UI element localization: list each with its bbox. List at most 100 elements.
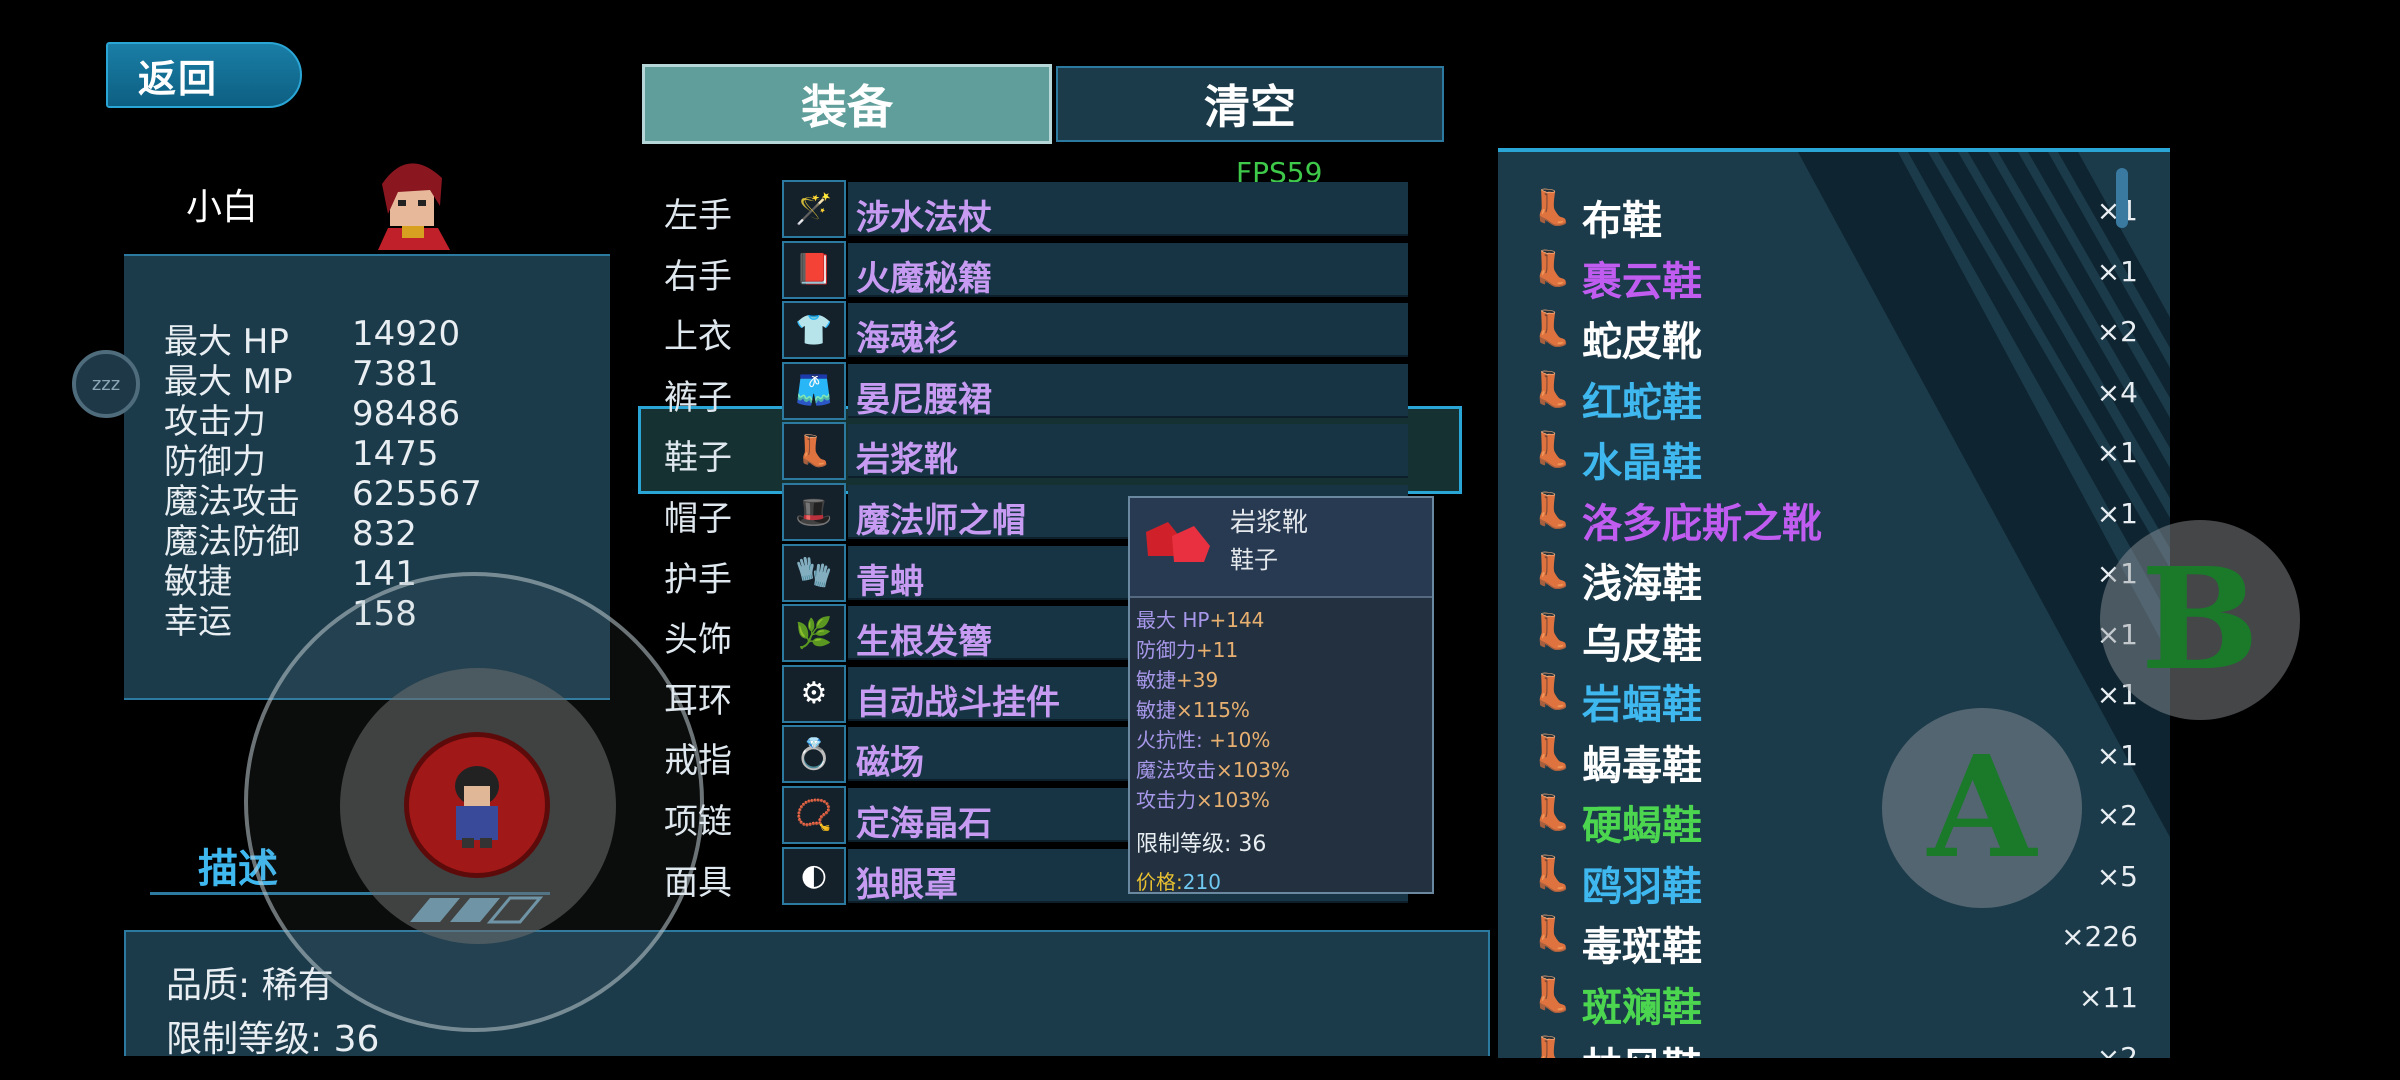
inventory-item-quantity: ×1 bbox=[2096, 738, 2138, 772]
character-portrait bbox=[378, 163, 450, 250]
inventory-item-quantity: ×4 bbox=[2096, 375, 2138, 409]
inventory-item[interactable]: 👢 裹云鞋 ×1 bbox=[1528, 243, 2138, 305]
tooltip-stat-line: 火抗性: +10% bbox=[1136, 724, 1270, 753]
slot-item-name: 涉水法杖 bbox=[856, 198, 992, 238]
inventory-item-name: 蝎毒鞋 bbox=[1582, 742, 1702, 789]
gear-icon: ⚙ bbox=[782, 664, 846, 723]
inventory-item[interactable]: 👢 洛多庇斯之靴 ×1 bbox=[1528, 485, 2138, 547]
character-sprite-icon bbox=[455, 766, 499, 848]
equipment-slot[interactable]: 上衣 👕 海魂衫 bbox=[640, 301, 1410, 360]
eyepatch-icon: ◐ bbox=[782, 846, 846, 905]
slot-item-bar[interactable]: 火魔秘籍 bbox=[848, 242, 1408, 299]
slot-label: 戒指 bbox=[664, 741, 732, 782]
slot-item-name: 晏尼腰裙 bbox=[856, 379, 992, 420]
inventory-item-name: 鸥羽鞋 bbox=[1582, 863, 1702, 910]
slot-item-name: 海魂衫 bbox=[856, 319, 958, 360]
shirt-icon: 👕 bbox=[782, 301, 846, 360]
tooltip-stat-label: 敏捷 bbox=[1136, 698, 1176, 722]
slot-label: 裤子 bbox=[664, 377, 732, 418]
tooltip-stat-value: +11 bbox=[1196, 638, 1239, 662]
inventory-item-quantity: ×226 bbox=[2061, 920, 2138, 953]
slot-label: 鞋子 bbox=[664, 438, 732, 479]
slot-item-name: 青蚺 bbox=[856, 561, 924, 602]
stat-label: 幸运 bbox=[164, 602, 232, 642]
inventory-item[interactable]: 👢 乌皮鞋 ×1 bbox=[1528, 606, 2138, 668]
slot-item-name: 魔法师之帽 bbox=[856, 501, 1026, 541]
equipment-slot[interactable]: 右手 📕 火魔秘籍 bbox=[640, 240, 1410, 299]
stat-value: 98486 bbox=[352, 394, 461, 434]
slot-label: 耳环 bbox=[664, 680, 732, 721]
joystick-knob[interactable] bbox=[404, 732, 550, 878]
b-button[interactable]: B bbox=[2100, 520, 2300, 720]
tooltip-stat-label: 防御力 bbox=[1136, 638, 1196, 662]
inventory-panel[interactable]: 👢布鞋×1👢裹云鞋×1👢蛇皮靴×2👢红蛇鞋×4👢水晶鞋×1👢洛多庇斯之靴×1👢浅… bbox=[1498, 148, 2170, 1058]
tooltip-stat-label: 火抗性: bbox=[1136, 728, 1210, 752]
inventory-item[interactable]: 👢 浅海鞋 ×1 bbox=[1528, 545, 2138, 607]
slot-label: 上衣 bbox=[664, 317, 732, 358]
inventory-item-name: 岩蝠鞋 bbox=[1582, 682, 1702, 728]
shoe-icon: 👢 bbox=[1530, 188, 1574, 228]
sleep-button[interactable]: zzz bbox=[72, 350, 140, 418]
boot-icon: 👢 bbox=[1530, 732, 1574, 773]
tooltip-stat-value: ×103% bbox=[1216, 758, 1290, 782]
boot-icon: 👢 bbox=[1530, 672, 1574, 712]
slot-label: 头饰 bbox=[664, 620, 732, 661]
slot-label: 项链 bbox=[664, 802, 732, 842]
tooltip-stat-label: 魔法攻击 bbox=[1136, 758, 1216, 782]
tooltip-item-name: 岩浆靴 bbox=[1230, 508, 1309, 538]
tooltip-item-type: 鞋子 bbox=[1230, 546, 1278, 574]
stat-value: 1475 bbox=[352, 434, 439, 474]
slot-item-bar[interactable]: 晏尼腰裙 bbox=[848, 363, 1408, 420]
tooltip-stat-line: 防御力+11 bbox=[1136, 634, 1238, 663]
inventory-item-name: 毒斑鞋 bbox=[1582, 924, 1702, 970]
slot-label: 右手 bbox=[664, 256, 732, 297]
staff-icon: 🪄 bbox=[782, 180, 846, 238]
slot-item-bar[interactable]: 海魂衫 bbox=[848, 303, 1408, 360]
inventory-item[interactable]: 👢 林风鞋 ×2 bbox=[1528, 1029, 2138, 1058]
hat-icon: 🎩 bbox=[782, 483, 846, 541]
tooltip-stat-value: +39 bbox=[1176, 668, 1219, 692]
slot-label: 左手 bbox=[664, 196, 732, 236]
inventory-item-quantity: ×5 bbox=[2096, 859, 2138, 893]
inventory-item[interactable]: 👢布鞋×1 bbox=[1528, 182, 2138, 244]
stat-value: 7381 bbox=[352, 354, 439, 394]
tooltip-stat-line: 魔法攻击×103% bbox=[1136, 754, 1290, 783]
slot-item-name: 定海晶石 bbox=[856, 804, 992, 844]
equipment-slot[interactable]: 左手 🪄 涉水法杖 bbox=[640, 180, 1410, 238]
tab-equip[interactable]: 装备 bbox=[642, 64, 1052, 144]
boot-icon: 👢 bbox=[1530, 974, 1574, 1015]
inventory-item-quantity: ×2 bbox=[2096, 315, 2138, 348]
slot-label: 护手 bbox=[664, 559, 732, 600]
tooltip-stat-value: +144 bbox=[1209, 608, 1265, 632]
inventory-item[interactable]: 👢 斑斓鞋 ×11 bbox=[1528, 969, 2138, 1031]
equipment-slot[interactable]: 鞋子 👢 岩浆靴 bbox=[640, 422, 1410, 481]
inventory-item-name: 裹云鞋 bbox=[1582, 258, 1702, 305]
boot-icon: 👢 bbox=[1530, 914, 1574, 954]
a-button[interactable]: A bbox=[1882, 708, 2082, 908]
tooltip-stat-value: ×103% bbox=[1196, 788, 1270, 812]
shoe-icon: 👢 bbox=[1530, 430, 1574, 470]
tooltip-stat-value: +10% bbox=[1209, 728, 1271, 752]
inventory-item[interactable]: 👢 岩蝠鞋 ×1 bbox=[1528, 666, 2138, 728]
inventory-item[interactable]: 👢 水晶鞋 ×1 bbox=[1528, 424, 2138, 486]
equipment-slot[interactable]: 裤子 🩳 晏尼腰裙 bbox=[640, 361, 1410, 420]
slot-item-name: 岩浆靴 bbox=[856, 440, 958, 481]
tooltip-stat-label: 敏捷 bbox=[1136, 668, 1176, 692]
inventory-item[interactable]: 👢 蛇皮靴 ×2 bbox=[1528, 303, 2138, 365]
slot-label: 面具 bbox=[664, 862, 732, 903]
inventory-item-name: 浅海鞋 bbox=[1582, 561, 1702, 607]
inventory-item-name: 洛多庇斯之靴 bbox=[1582, 500, 1822, 547]
slot-item-bar[interactable]: 岩浆靴 bbox=[848, 424, 1408, 481]
inventory-item-name: 林风鞋 bbox=[1582, 1035, 1702, 1058]
inventory-scrollbar[interactable] bbox=[2116, 168, 2128, 228]
inventory-item-name: 斑斓鞋 bbox=[1582, 984, 1702, 1031]
tooltip-stat-line: 敏捷+39 bbox=[1136, 664, 1218, 693]
clear-button[interactable]: 清空 bbox=[1056, 66, 1444, 142]
back-button[interactable]: 返回 bbox=[106, 42, 302, 108]
inventory-item[interactable]: 👢 红蛇鞋 ×4 bbox=[1528, 364, 2138, 426]
inventory-item-quantity: ×1 bbox=[2096, 254, 2138, 288]
slot-item-bar[interactable]: 涉水法杖 bbox=[848, 182, 1408, 238]
tooltip-stat-label: 攻击力 bbox=[1136, 788, 1196, 812]
inventory-item[interactable]: 👢 毒斑鞋 ×226 bbox=[1528, 908, 2138, 970]
inventory-item-name: 布鞋 bbox=[1582, 198, 1662, 244]
